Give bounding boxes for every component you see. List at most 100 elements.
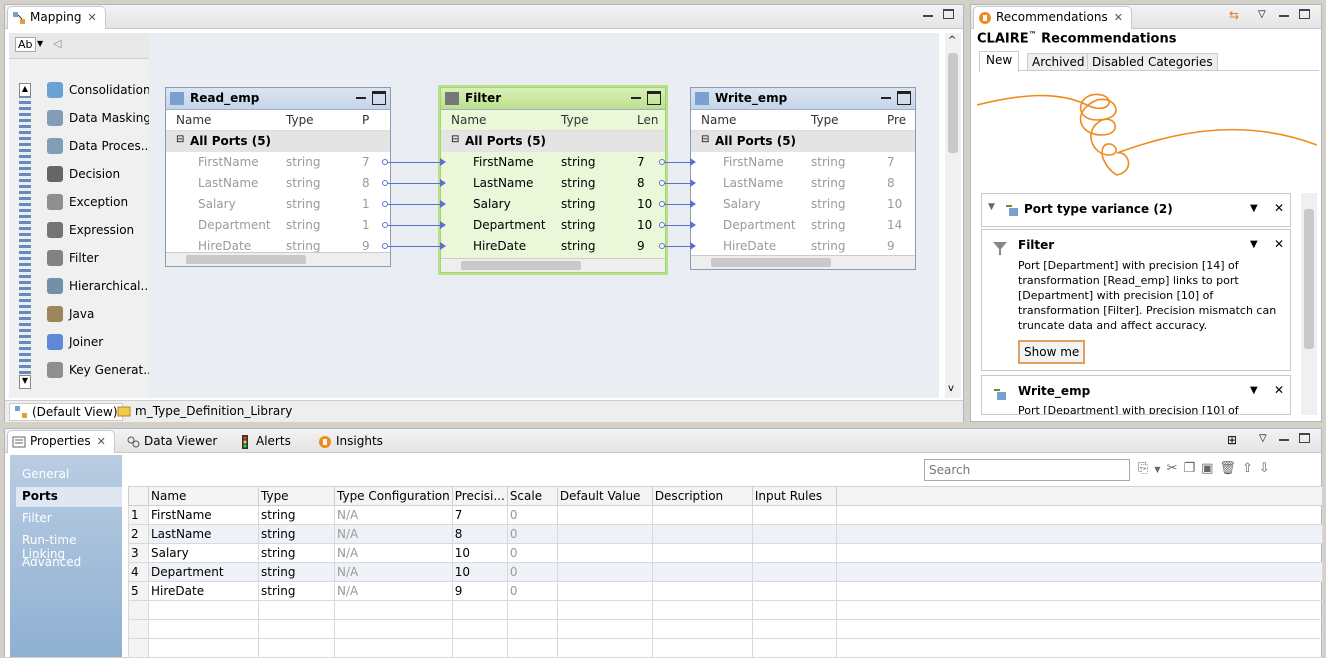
table-cell[interactable] [835, 638, 1323, 658]
transformation-header[interactable]: Read_emp [166, 88, 390, 110]
table-row[interactable]: 5 HireDate string N/A 9 0 [128, 581, 1323, 601]
table-cell[interactable] [751, 619, 837, 639]
rec-group-header[interactable]: ▼ Port type variance (2) ▼ ✕ [981, 193, 1291, 227]
table-cell[interactable] [835, 562, 1323, 582]
table-cell[interactable] [258, 600, 335, 620]
port-group[interactable]: ⊟ All Ports (5) [691, 131, 915, 152]
table-cell[interactable] [651, 619, 753, 639]
table-cell[interactable] [651, 505, 753, 525]
table-cell[interactable]: 5 [128, 581, 149, 601]
dropdown-icon[interactable]: ▼ [1154, 465, 1166, 474]
transformation-header[interactable]: Filter [441, 88, 665, 110]
table-cell[interactable]: FirstName [148, 505, 259, 525]
tab-insights[interactable]: Insights [313, 430, 392, 453]
table-cell[interactable] [451, 600, 508, 620]
table-cell[interactable] [751, 524, 837, 544]
table-cell[interactable] [751, 505, 837, 525]
port-link[interactable] [388, 183, 440, 184]
port-row[interactable]: Salary string 10 [691, 194, 915, 215]
table-cell[interactable] [334, 619, 453, 639]
table-cell[interactable] [556, 562, 653, 582]
port-group[interactable]: ⊟ All Ports (5) [441, 131, 665, 152]
minimize-icon[interactable] [923, 15, 933, 17]
table-cell[interactable] [556, 638, 653, 658]
port-row[interactable]: HireDate string 9 [441, 236, 665, 257]
scroll-down-icon[interactable]: v [948, 383, 954, 394]
port-row[interactable]: Department string 14 [691, 215, 915, 236]
collapse-icon[interactable]: ⊟ [701, 134, 709, 145]
dismiss-icon[interactable]: ✕ [1274, 201, 1284, 215]
transformation-header[interactable]: Write_emp [691, 88, 915, 110]
filter-transformation[interactable]: Filter Name Type Len ⊟ All Ports (5) FirstName… [440, 87, 666, 273]
new-port-icon[interactable]: ⎘ [1138, 461, 1154, 476]
search-input[interactable] [924, 459, 1130, 481]
table-cell[interactable] [258, 619, 335, 639]
palette-item[interactable]: Key Generat... [47, 359, 155, 381]
nav-advanced[interactable]: Advanced [22, 555, 81, 569]
sync-icon[interactable]: ⇆ [1229, 8, 1239, 22]
table-cell[interactable]: 1 [128, 505, 149, 525]
minimize-icon[interactable] [356, 97, 366, 99]
table-cell[interactable] [506, 619, 558, 639]
table-header-cell[interactable]: Scale [506, 486, 558, 506]
canvas-vscroll[interactable]: ^ v [945, 33, 961, 398]
port-link[interactable] [388, 246, 440, 247]
palette-item[interactable]: Exception [47, 191, 128, 213]
table-cell[interactable] [835, 505, 1323, 525]
recs-scrollbar[interactable] [1301, 193, 1317, 415]
table-row[interactable] [128, 638, 1323, 658]
cut-icon[interactable]: ✂ [1167, 461, 1184, 476]
nav-filter[interactable]: Filter [22, 511, 52, 525]
table-cell[interactable] [751, 543, 837, 563]
maximize-icon[interactable] [943, 9, 954, 19]
palette-item[interactable]: Data Masking [47, 107, 151, 129]
write-emp-transformation[interactable]: Write_emp Name Type Pre ⊟ All Ports (5) FirstN… [690, 87, 916, 270]
table-cell[interactable]: string [258, 543, 335, 563]
table-cell[interactable]: 2 [128, 524, 149, 544]
palette-scrollbar[interactable]: ▲ ▼ [19, 83, 31, 389]
table-cell[interactable] [651, 581, 753, 601]
maximize-icon[interactable] [372, 91, 386, 105]
table-cell[interactable] [506, 638, 558, 658]
show-me-button[interactable]: Show me [1018, 340, 1086, 364]
palette-item[interactable]: Hierarchical... [47, 275, 152, 297]
scroll-thumb[interactable] [1304, 209, 1314, 349]
table-row[interactable]: 1 FirstName string N/A 7 0 [128, 505, 1323, 525]
port-link[interactable] [388, 204, 440, 205]
scroll-thumb[interactable] [948, 53, 958, 153]
table-cell[interactable] [556, 505, 653, 525]
scroll-thumb[interactable] [711, 258, 831, 267]
scroll-up-icon[interactable]: ▲ [19, 83, 31, 97]
palette-item[interactable]: Expression [47, 219, 134, 241]
table-cell[interactable] [651, 524, 753, 544]
move-up-icon[interactable]: ⇧ [1242, 461, 1259, 476]
table-cell[interactable]: 10 [451, 562, 508, 582]
new-view-icon[interactable]: ⊞ [1227, 433, 1237, 447]
move-down-icon[interactable]: ⇩ [1259, 461, 1276, 476]
nav-ports[interactable]: Ports [16, 487, 122, 507]
table-cell[interactable] [451, 619, 508, 639]
tab-data-viewer[interactable]: Data Viewer [121, 430, 226, 453]
table-cell[interactable] [128, 619, 149, 639]
port-link[interactable] [665, 225, 691, 226]
scroll-up-icon[interactable]: ^ [948, 35, 956, 46]
menu-dropdown-icon[interactable]: ▼ [1250, 239, 1258, 250]
port-link[interactable] [665, 246, 691, 247]
table-cell[interactable]: 3 [128, 543, 149, 563]
scroll-thumb[interactable] [186, 255, 306, 264]
table-cell[interactable] [148, 600, 259, 620]
table-cell[interactable]: string [258, 524, 335, 544]
palette-item[interactable]: Joiner [47, 331, 103, 353]
table-cell[interactable]: 0 [506, 581, 558, 601]
table-cell[interactable]: 0 [506, 505, 558, 525]
table-header-cell[interactable]: Precisi... [451, 486, 508, 506]
port-row[interactable]: FirstName string 7 [441, 152, 665, 173]
table-cell[interactable] [556, 581, 653, 601]
port-row[interactable]: FirstName string 7 [691, 152, 915, 173]
port-group[interactable]: ⊟ All Ports (5) [166, 131, 390, 152]
table-row[interactable]: 2 LastName string N/A 8 0 [128, 524, 1323, 544]
table-cell[interactable]: 10 [451, 543, 508, 563]
collapse-icon[interactable]: ⊟ [176, 134, 184, 145]
table-cell[interactable] [651, 638, 753, 658]
close-icon[interactable]: ✕ [1114, 11, 1123, 24]
